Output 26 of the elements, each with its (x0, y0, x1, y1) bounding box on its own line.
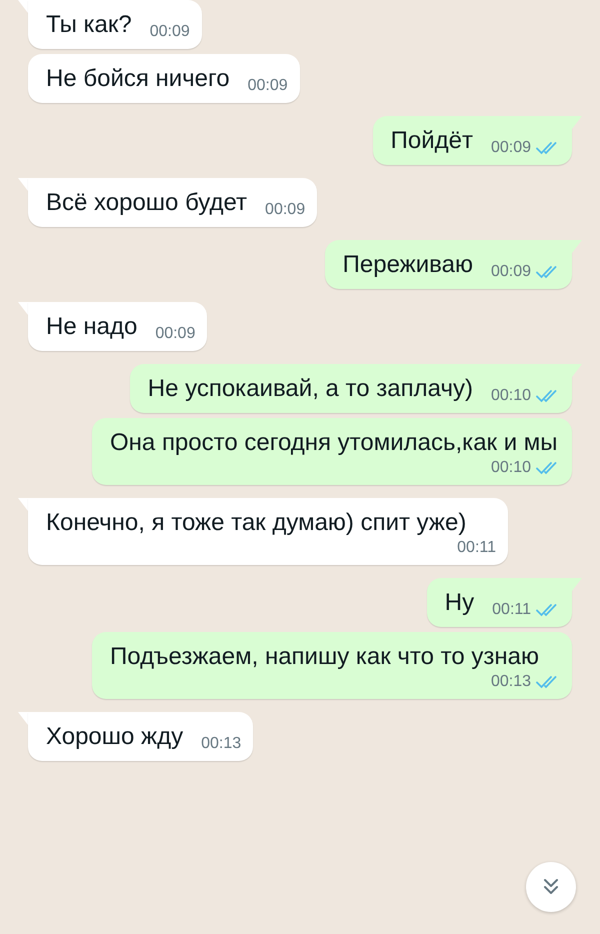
message-time: 00:09 (248, 76, 288, 96)
message-time: 00:09 (265, 200, 306, 220)
message-text: Пойдёт (390, 126, 473, 156)
message-time: 00:09 (155, 324, 196, 344)
message-time: 00:09 (490, 138, 531, 158)
message-time: 00:13 (490, 672, 531, 692)
message-text: Переживаю (342, 250, 473, 280)
message-time: 00:09 (150, 22, 190, 42)
message-text: Не бойся ничего (46, 64, 230, 94)
message-text: Подъезжаем, напишу как что то узнаю (110, 642, 540, 672)
message-text: Ты как? (46, 10, 132, 40)
message-time: 00:10 (490, 458, 531, 478)
message-text: Конечно, я тоже так думаю) спит уже) (46, 508, 466, 538)
message-time: 00:11 (457, 538, 496, 558)
message-text: Хорошо жду (46, 722, 184, 752)
message-time: 00:13 (201, 734, 242, 754)
message-text: Не надо (46, 312, 138, 342)
message-time: 00:09 (490, 262, 531, 282)
double-chevron-down-icon (541, 877, 561, 897)
message-text: Она просто сегодня утомилась,как и мы (110, 428, 558, 458)
message-text: Всё хорошо будет (46, 188, 248, 218)
message-time: 00:11 (492, 600, 531, 620)
scroll-down-button[interactable] (526, 862, 576, 912)
message-text: Не успокаивай, а то заплачу) (148, 374, 473, 404)
message-time: 00:10 (490, 386, 531, 406)
message-text: Ну (444, 588, 474, 618)
